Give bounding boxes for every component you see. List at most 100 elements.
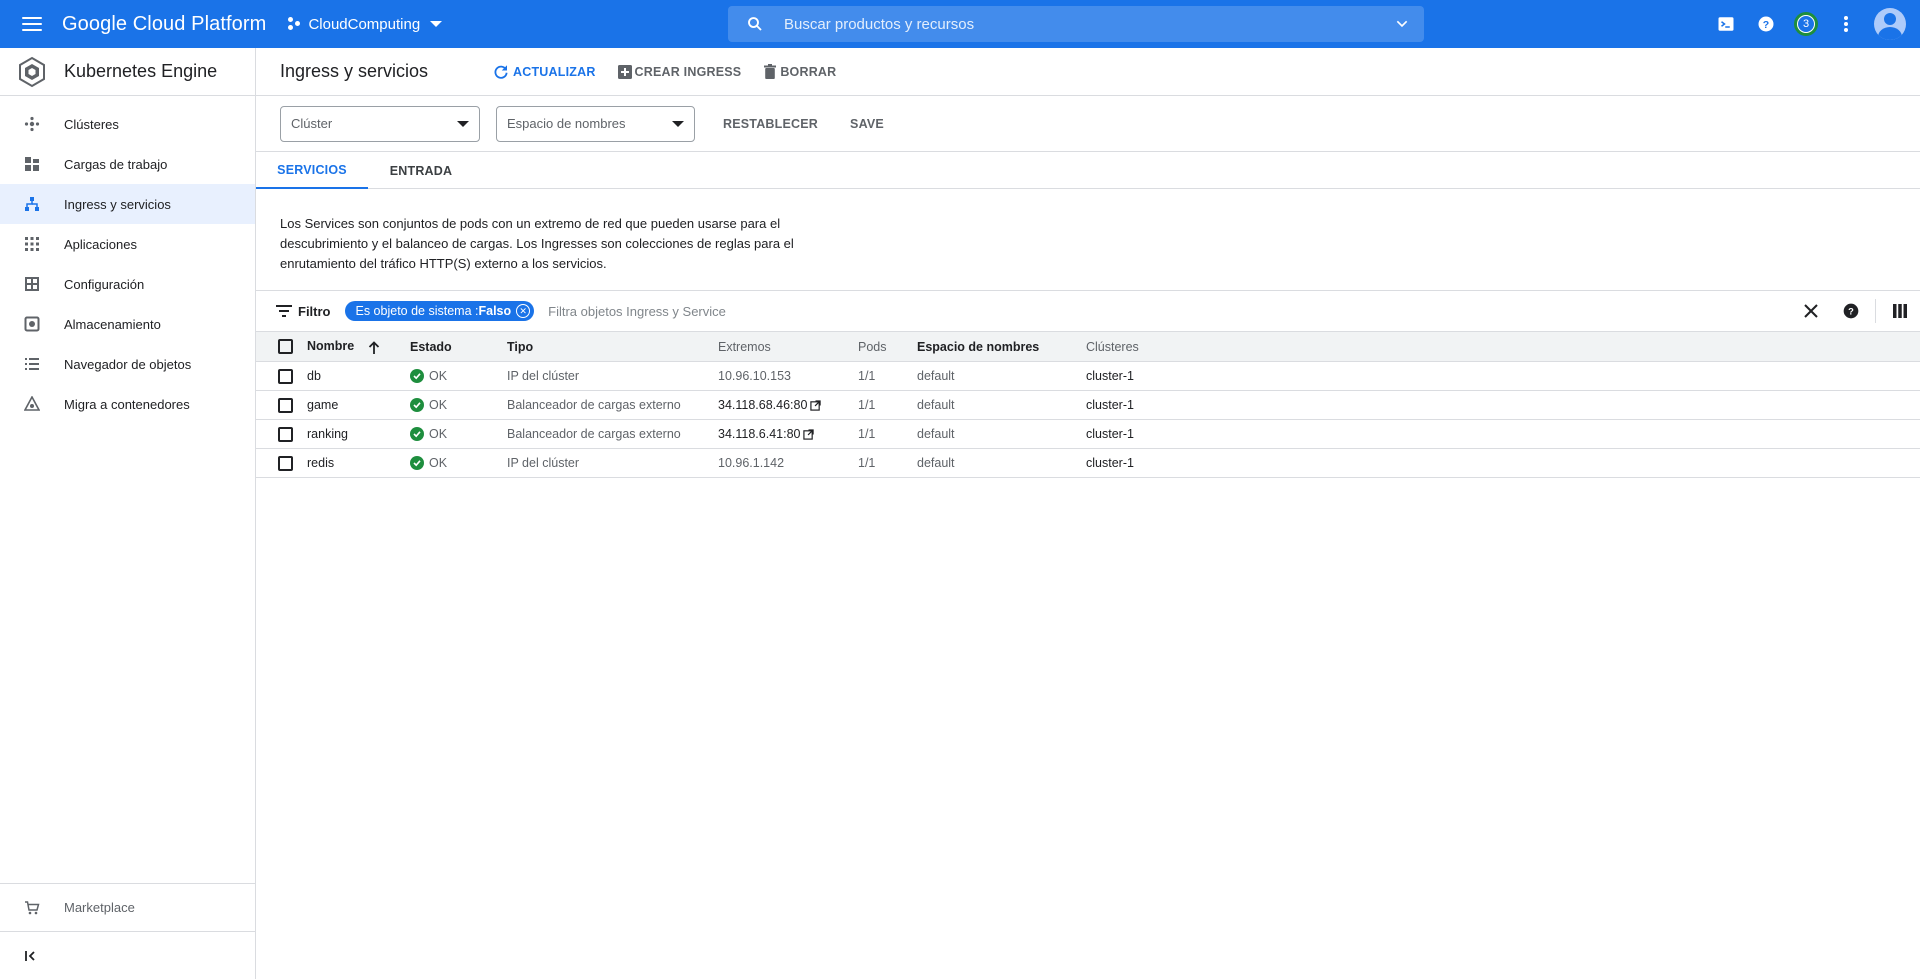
dropdown-arrow-icon [457, 120, 469, 127]
collapse-sidebar-button[interactable] [0, 931, 255, 979]
chip-key: Es objeto de sistema : [355, 304, 479, 318]
sidebar-item-label: Clústeres [64, 116, 119, 132]
column-header-namespace[interactable]: Espacio de nombres [917, 331, 1086, 362]
cluster-select-value: Clúster [291, 116, 333, 131]
svg-text:?: ? [1763, 19, 1769, 31]
column-header-type[interactable]: Tipo [507, 331, 718, 362]
pods-count: 1/1 [858, 456, 876, 470]
cluster-link[interactable]: cluster-1 [1086, 449, 1920, 478]
account-avatar[interactable] [1874, 8, 1906, 40]
column-header-name[interactable]: Nombre [307, 331, 410, 362]
project-selector[interactable]: CloudComputing [288, 16, 443, 33]
page-title: Ingress y servicios [280, 61, 429, 81]
external-endpoint-link[interactable]: 34.118.68.46:80 [718, 398, 858, 412]
tab-services[interactable]: SERVICIOS [256, 152, 368, 189]
config-icon [25, 277, 39, 291]
sidebar-item-label: Almacenamiento [64, 316, 161, 332]
status-cell: OK [410, 398, 507, 412]
filter-label: Filtro [298, 303, 331, 319]
svg-text:?: ? [1848, 306, 1854, 316]
column-header-endpoints: Extremos [718, 331, 858, 362]
description-text: Los Services son conjuntos de pods con u… [280, 216, 794, 271]
add-box-icon [617, 64, 632, 79]
trash-icon [764, 64, 777, 79]
filter-input[interactable] [548, 303, 1049, 319]
shopping-cart-icon [25, 900, 40, 914]
row-checkbox[interactable] [278, 368, 293, 384]
namespace-value: default [917, 369, 955, 383]
sidebar-item-clusters[interactable]: Clústeres [0, 104, 255, 144]
filter-chip-system-object[interactable]: Es objeto de sistema : Falso ✕ [344, 301, 535, 321]
service-name[interactable]: redis [307, 449, 410, 478]
create-ingress-button[interactable]: CREAR INGRESS [617, 64, 742, 79]
cluster-link[interactable]: cluster-1 [1086, 420, 1920, 449]
cluster-link[interactable]: cluster-1 [1086, 391, 1920, 420]
more-vert-icon[interactable] [1826, 4, 1866, 44]
select-all-checkbox[interactable] [278, 339, 293, 354]
endpoint-cell[interactable]: 34.118.68.46:80 [718, 391, 858, 420]
kubernetes-engine-icon [19, 56, 45, 87]
check-circle-icon [410, 456, 424, 470]
sidebar-footer: Marketplace [0, 883, 255, 979]
product-name: Kubernetes Engine [64, 61, 218, 81]
external-endpoint-link[interactable]: 34.118.6.41:80 [718, 427, 858, 441]
pods-count: 1/1 [858, 369, 876, 383]
description-panel: Los Services son conjuntos de pods con u… [256, 189, 1920, 291]
service-type: IP del clúster [507, 369, 580, 383]
table-row: game OK Balanceador de cargas externo 34… [256, 391, 1920, 420]
delete-button[interactable]: BORRAR [763, 64, 836, 79]
dropdown-arrow-icon [672, 120, 684, 127]
create-ingress-label: CREAR INGRESS [634, 64, 742, 79]
cloud-shell-icon[interactable] [1706, 4, 1746, 44]
table-help-icon[interactable]: ? [1831, 291, 1871, 331]
expand-search-icon[interactable] [1394, 16, 1410, 32]
sidebar-item-storage[interactable]: Almacenamiento [0, 304, 255, 344]
row-checkbox[interactable] [278, 426, 293, 442]
endpoint-text: 34.118.6.41:80 [718, 427, 801, 441]
namespace-select[interactable]: Espacio de nombres [496, 105, 695, 142]
sidebar-item-ingress-services[interactable]: Ingress y servicios [0, 184, 255, 224]
endpoint-cell[interactable]: 34.118.6.41:80 [718, 420, 858, 449]
collapse-left-icon [25, 950, 35, 961]
chip-close-icon[interactable]: ✕ [516, 304, 531, 318]
brand-title[interactable]: Google Cloud Platform [62, 13, 266, 36]
chip-value: Falso [478, 304, 512, 318]
sidebar-item-applications[interactable]: Aplicaciones [0, 224, 255, 264]
sidebar-item-label: Cargas de trabajo [64, 156, 168, 172]
search-input[interactable] [784, 15, 1384, 33]
sidebar-item-configuration[interactable]: Configuración [0, 264, 255, 304]
sidebar-item-workloads[interactable]: Cargas de trabajo [0, 144, 255, 184]
clear-filter-icon[interactable] [1791, 291, 1831, 331]
reset-button[interactable]: RESTABLECER [723, 117, 818, 131]
row-checkbox[interactable] [278, 455, 293, 471]
sidebar-item-label: Configuración [64, 276, 145, 292]
sidebar-item-marketplace[interactable]: Marketplace [0, 883, 255, 931]
help-icon[interactable]: ? [1746, 4, 1786, 44]
sidebar-item-label: Migra a contenedores [64, 396, 190, 412]
notifications-icon[interactable]: 3 [1786, 4, 1826, 44]
table-row: db OK IP del clúster 10.96.10.153 1/1 de… [256, 362, 1920, 391]
filter-button[interactable]: Filtro [276, 304, 331, 319]
search-bar[interactable] [728, 6, 1424, 42]
workloads-icon [25, 157, 39, 171]
service-name[interactable]: game [307, 391, 410, 420]
migrate-icon [24, 396, 40, 411]
table-row: ranking OK Balanceador de cargas externo… [256, 420, 1920, 449]
namespace-select-value: Espacio de nombres [507, 116, 626, 131]
tab-ingress[interactable]: ENTRADA [368, 152, 474, 189]
column-header-pods: Pods [858, 331, 917, 362]
chevron-down-icon [430, 21, 443, 27]
menu-icon[interactable] [20, 12, 44, 36]
cluster-link[interactable]: cluster-1 [1086, 362, 1920, 391]
sidebar-item-migrate[interactable]: Migra a contenedores [0, 384, 255, 424]
sidebar-item-object-browser[interactable]: Navegador de objetos [0, 344, 255, 384]
service-name[interactable]: ranking [307, 420, 410, 449]
refresh-button[interactable]: ACTUALIZAR [492, 63, 596, 81]
cluster-select[interactable]: Clúster [280, 105, 480, 142]
service-type: IP del clúster [507, 456, 580, 470]
row-checkbox[interactable] [278, 397, 293, 413]
column-display-icon[interactable] [1880, 291, 1920, 331]
service-name[interactable]: db [307, 362, 410, 391]
column-header-status[interactable]: Estado [410, 331, 507, 362]
save-button[interactable]: SAVE [850, 117, 884, 131]
